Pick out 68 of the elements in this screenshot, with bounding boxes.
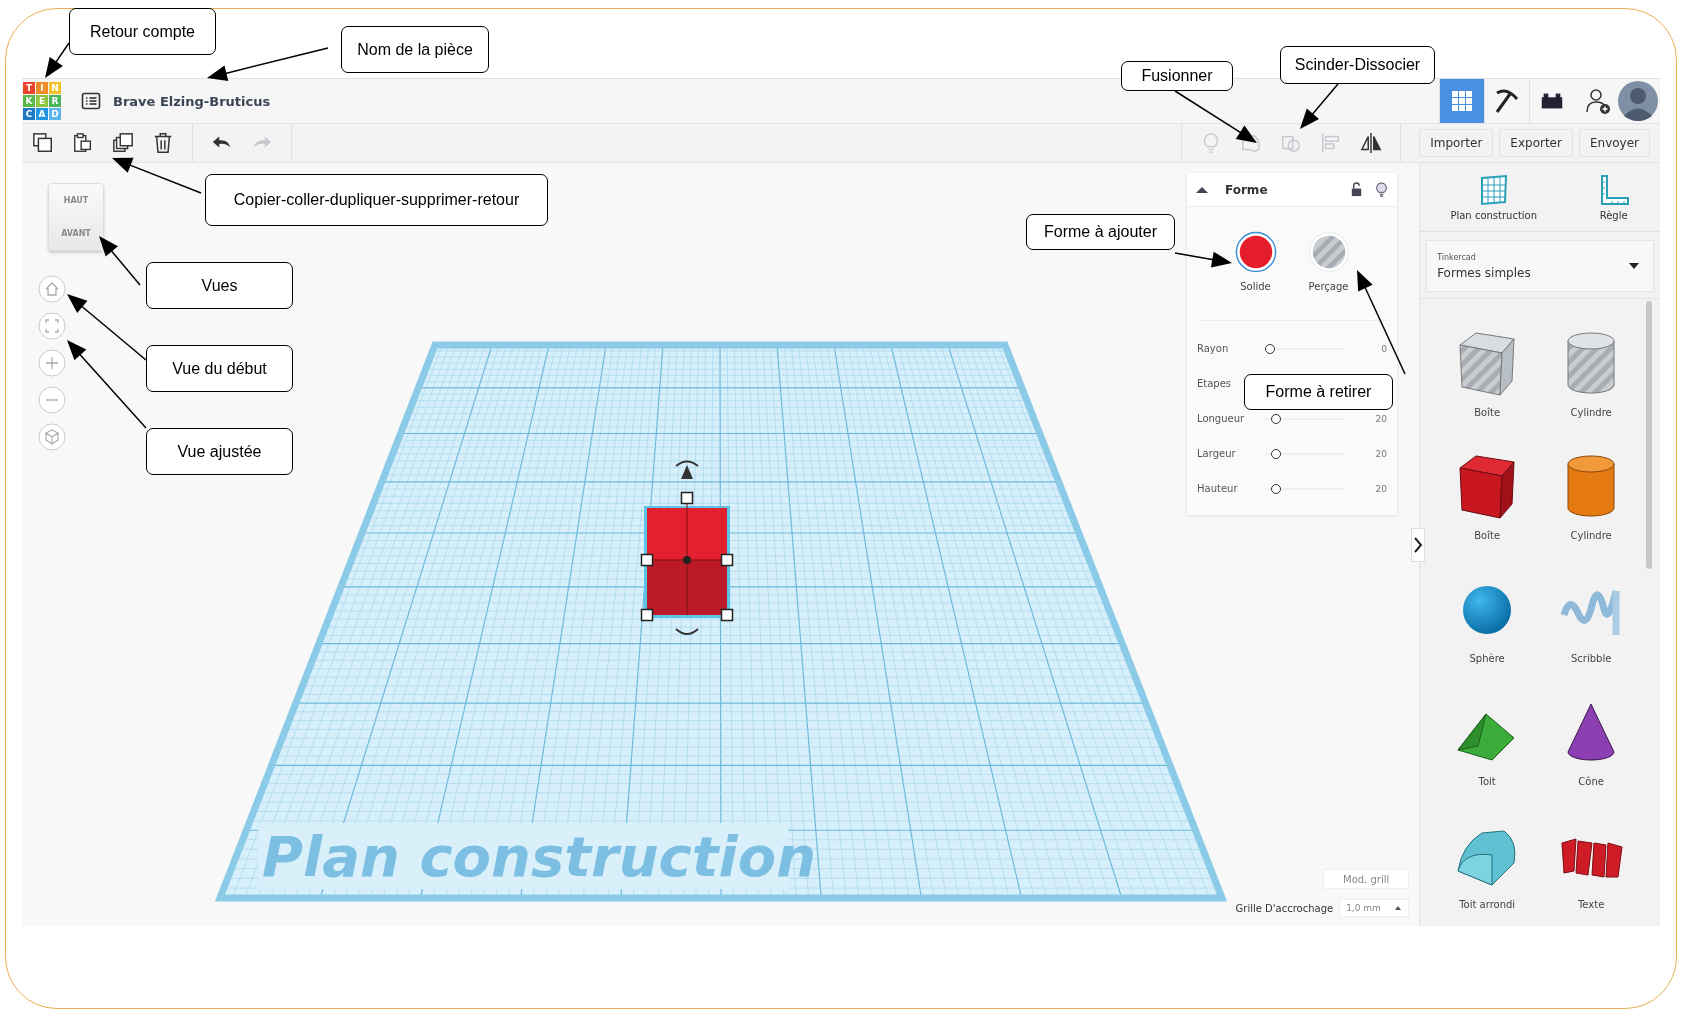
shape-label: Toit <box>1478 776 1496 787</box>
callout: Forme à retirer <box>1244 374 1393 410</box>
param-value: 20 <box>1374 483 1387 494</box>
param-value: 20 <box>1374 448 1387 459</box>
chevron-icon[interactable] <box>1411 528 1425 562</box>
shape-label: Boîte <box>1474 407 1501 418</box>
export-button[interactable]: Exporter <box>1499 129 1573 157</box>
mode-label: Perçage <box>1308 281 1349 292</box>
callout: Copier-coller-dupliquer-supprimer-retour <box>205 174 548 226</box>
arrow <box>1300 83 1339 129</box>
shape-label: Boîte <box>1474 530 1501 541</box>
import-button[interactable]: Importer <box>1419 129 1494 157</box>
shape-label: Cylindre <box>1570 530 1612 541</box>
shape-label: Texte <box>1577 899 1605 910</box>
grid-icon <box>1450 89 1474 113</box>
selected-box-drawing[interactable] <box>640 460 734 635</box>
param-value: 20 <box>1374 413 1387 424</box>
ruler-tool[interactable]: Règle <box>1597 173 1630 221</box>
param-label: Longueur <box>1197 413 1246 424</box>
shape-label: Sphère <box>1469 653 1505 664</box>
tinkercad-logo[interactable]: T I N K E R C A D <box>23 82 61 120</box>
caret-icon <box>1394 905 1403 911</box>
caret-icon <box>1629 263 1639 269</box>
trash-icon[interactable] <box>152 132 174 154</box>
collapse-icon[interactable] <box>1195 184 1209 195</box>
snap-grid-select[interactable]: 1,0 mm <box>1339 899 1410 917</box>
shape-label: Cylindre <box>1570 407 1612 418</box>
callout: Scinder-Dissocier <box>1280 46 1435 84</box>
snap-grid-label: Grille D'accrochage <box>1235 902 1334 914</box>
arrow <box>99 236 141 286</box>
callout: Nom de la pièce <box>341 26 489 73</box>
workplane-label: Plan construction <box>262 824 816 889</box>
shape-category-dropdown[interactable]: Tinkercad Formes simples <box>1426 240 1654 292</box>
param-label: Hauteur <box>1197 483 1239 494</box>
solid-swatch[interactable] <box>1234 231 1277 273</box>
copy-icon[interactable] <box>32 132 54 154</box>
edit-grid-button[interactable]: Mod. grill <box>1323 869 1410 889</box>
hole-swatch[interactable] <box>1307 231 1350 273</box>
callout: Retour compte <box>69 8 216 55</box>
scrollbar[interactable] <box>1646 301 1652 569</box>
lock-icon[interactable] <box>1349 182 1364 197</box>
mirror-icon[interactable] <box>1360 132 1383 154</box>
panel-title: Forme <box>1225 182 1268 197</box>
shape-label: Cône <box>1578 776 1604 787</box>
shape-label: Scribble <box>1570 653 1612 664</box>
param-value: 0 <box>1380 343 1387 354</box>
send-button[interactable]: Envoyer <box>1578 129 1650 157</box>
list-icon[interactable] <box>81 91 101 111</box>
param-label: Etapes <box>1197 378 1233 389</box>
callout: Forme à ajouter <box>1026 214 1175 250</box>
lightbulb-icon[interactable] <box>1374 182 1389 197</box>
callout: Vues <box>146 262 293 309</box>
workplane-tool[interactable]: Plan construction <box>1450 173 1538 221</box>
avatar[interactable] <box>1618 81 1658 121</box>
pickaxe-icon <box>1493 87 1521 115</box>
shape-label: Toit arrondi <box>1459 899 1516 910</box>
add-user-icon[interactable] <box>1584 87 1612 115</box>
param-label: Rayon <box>1197 343 1230 354</box>
duplicate-icon[interactable] <box>112 132 134 154</box>
mode-label: Solide <box>1240 281 1271 292</box>
arrow <box>45 42 70 78</box>
param-label: Largeur <box>1197 448 1237 459</box>
callout: Fusionner <box>1121 61 1233 91</box>
paste-icon[interactable] <box>72 132 94 154</box>
project-name[interactable]: Brave Elzing-Bruticus <box>113 93 271 109</box>
callout: Vue ajustée <box>146 428 293 475</box>
callout: Vue du début <box>146 345 293 392</box>
arrow <box>1174 251 1232 268</box>
